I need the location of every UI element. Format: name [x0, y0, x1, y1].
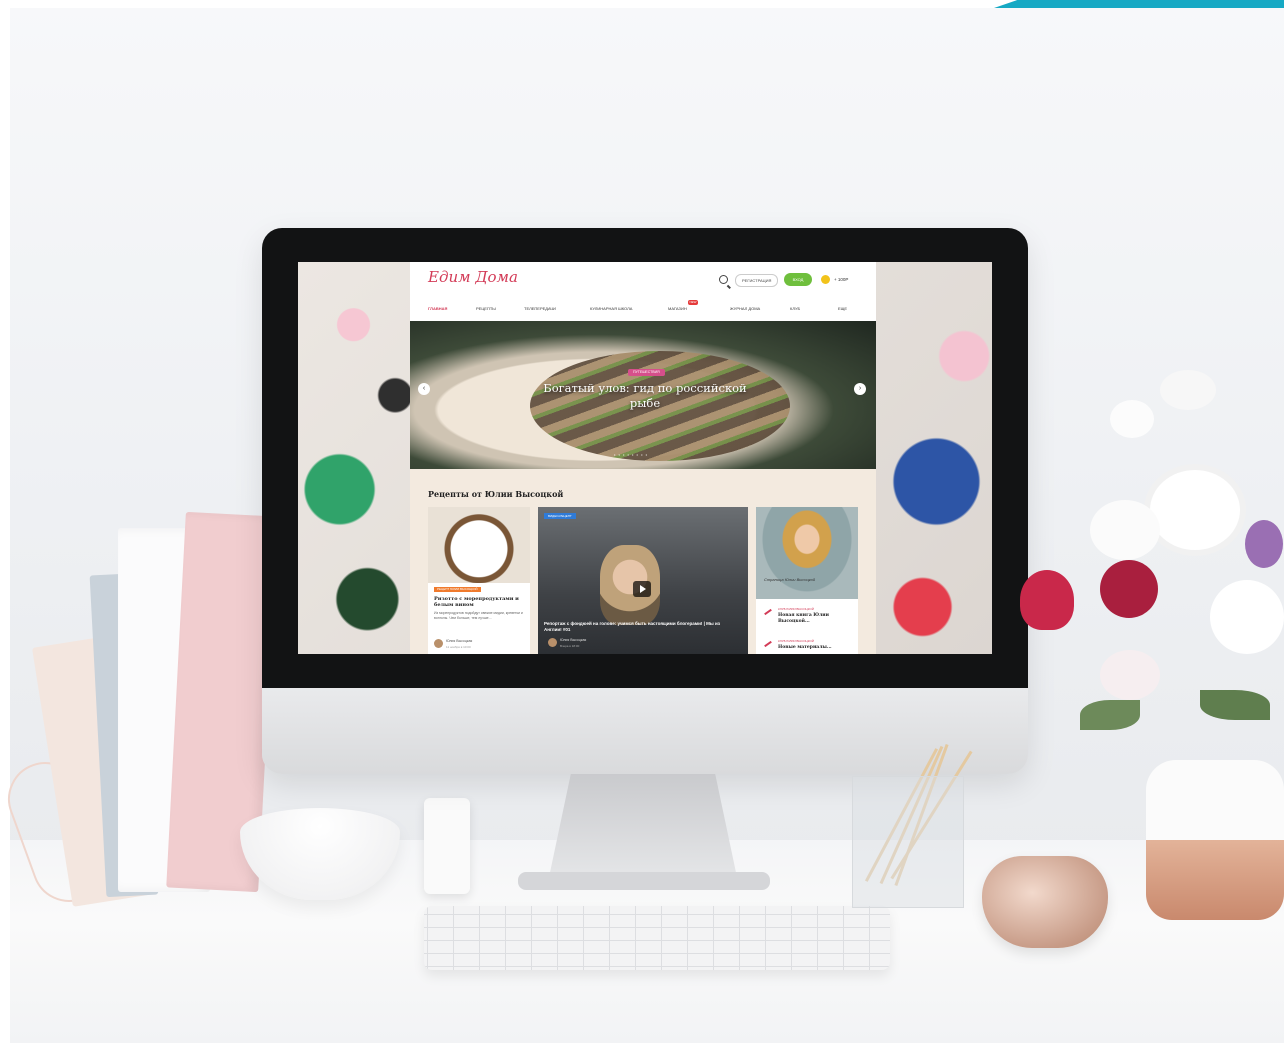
section-title: Рецепты от Юлии Высоцкой: [428, 489, 564, 499]
author-card[interactable]: Страница Юлии Высоцкой КЛУБ ЮЛИИ ВЫСОЦКО…: [756, 507, 858, 654]
pen-icon: [764, 640, 772, 648]
site-header: Едим Дома РЕГИСТРАЦИЯ ВХОД + 100Р: [410, 262, 876, 296]
club-tag: КЛУБ ЮЛИИ ВЫСОЦКОЙ: [778, 639, 814, 643]
club-tag: КЛУБ ЮЛИИ ВЫСОЦКОЙ: [778, 607, 814, 611]
left-frame-edge: [0, 0, 10, 1043]
recipe-date: 11 ноября в 10:00: [446, 645, 471, 649]
nav-item-school[interactable]: КУЛИНАРНАЯ ШКОЛА: [590, 306, 632, 311]
nav-item-shop[interactable]: МАГАЗИН: [668, 306, 687, 311]
hero-category-tag[interactable]: ПУТЕШЕСТВИЯ: [628, 369, 665, 376]
video-card[interactable]: ВИДЕО-РЕЦЕПТ Репортаж с фондюей на голов…: [538, 507, 748, 654]
arrow-left-icon[interactable]: ‹: [418, 383, 430, 395]
white-flower: [1090, 500, 1160, 560]
keyboard: [424, 906, 890, 970]
video-title[interactable]: Репортаж с фондюей на голове: учимся быт…: [544, 621, 734, 633]
white-blossom: [1160, 370, 1216, 410]
green-leaves: [1080, 700, 1140, 730]
monitor-chin: [262, 688, 1028, 774]
video-date: Вчера в 18:00: [560, 644, 580, 648]
recipe-author[interactable]: Юлия Высоцкая: [446, 639, 472, 643]
purple-bud: [1245, 520, 1283, 568]
video-thumbnail: [600, 545, 660, 625]
author-photo: [756, 507, 858, 599]
coin-icon: [821, 275, 830, 284]
glass-holder: [852, 776, 964, 908]
recipe-title[interactable]: Ризотто с морепродуктами и белым вином: [434, 596, 524, 608]
red-tulip: [1020, 570, 1074, 630]
monitor-screen: Едим Дома РЕГИСТРАЦИЯ ВХОД + 100Р ГЛАВНА…: [298, 262, 992, 654]
monitor-stand: [548, 774, 738, 882]
shop-new-badge: NEW: [688, 300, 698, 305]
register-button[interactable]: РЕГИСТРАЦИЯ: [735, 274, 779, 287]
club-item-title[interactable]: Новые материалы...: [778, 645, 854, 650]
slider-dots[interactable]: • • • • • • • •: [614, 452, 648, 457]
white-flower: [1150, 470, 1240, 550]
pink-anemone: [1100, 650, 1160, 700]
recipe-badge: РЕЦЕПТ ЮЛИИ ВЫСОЦКОЙ: [434, 587, 481, 592]
nav-item-home[interactable]: ГЛАВНАЯ: [428, 306, 447, 311]
recipes-section: Рецепты от Юлии Высоцкой РЕЦЕПТ ЮЛИИ ВЫС…: [410, 469, 876, 654]
rose-gold-candle: [982, 856, 1108, 948]
play-icon[interactable]: [633, 581, 651, 597]
recipe-card[interactable]: РЕЦЕПТ ЮЛИИ ВЫСОЦКОЙ Ризотто с морепроду…: [428, 507, 530, 654]
club-item-title[interactable]: Новая книга Юлии Высоцкой...: [778, 613, 854, 625]
search-icon[interactable]: [719, 275, 728, 284]
nav-item-more[interactable]: ЕЩЕ: [838, 306, 847, 311]
monitor-stand-foot: [518, 872, 770, 890]
website-page: Едим Дома РЕГИСТРАЦИЯ ВХОД + 100Р ГЛАВНА…: [410, 262, 876, 654]
author-caption[interactable]: Страница Юлии Высоцкой: [764, 577, 815, 582]
nav-item-club[interactable]: КЛУБ: [790, 306, 800, 311]
main-nav: ГЛАВНАЯ РЕЦЕПТЫ ТЕЛЕПЕРЕДАЧИ КУЛИНАРНАЯ …: [410, 302, 876, 316]
hero-title[interactable]: Богатый улов: гид по российской рыбе: [540, 381, 750, 411]
green-leaves: [1200, 690, 1270, 720]
bonus-balance[interactable]: + 100Р: [834, 277, 848, 282]
white-rose: [1210, 580, 1284, 654]
avatar: [548, 638, 557, 647]
white-anemone: [1110, 400, 1154, 438]
pen-icon: [764, 608, 772, 616]
hero-slider[interactable]: ПУТЕШЕСТВИЯ Богатый улов: гид по российс…: [410, 321, 876, 469]
recipe-photo: [428, 507, 530, 583]
video-badge: ВИДЕО-РЕЦЕПТ: [544, 513, 576, 519]
vase: [1146, 760, 1284, 920]
nav-item-recipes[interactable]: РЕЦЕПТЫ: [476, 306, 496, 311]
red-ranunculus: [1100, 560, 1158, 618]
site-logo[interactable]: Едим Дома: [428, 268, 518, 286]
nav-item-magazine[interactable]: ЖУРНАЛ ДОМА: [730, 306, 760, 311]
stapler: [424, 798, 470, 894]
corner-accent-bar: [994, 0, 1284, 8]
avatar: [434, 639, 443, 648]
nav-item-tv[interactable]: ТЕЛЕПЕРЕДАЧИ: [524, 306, 556, 311]
video-author[interactable]: Юлия Высоцкая: [560, 638, 586, 642]
login-button[interactable]: ВХОД: [784, 273, 812, 286]
arrow-right-icon[interactable]: ›: [854, 383, 866, 395]
recipe-excerpt: Из морепродуктов подойдут свежие мидии, …: [434, 611, 523, 620]
